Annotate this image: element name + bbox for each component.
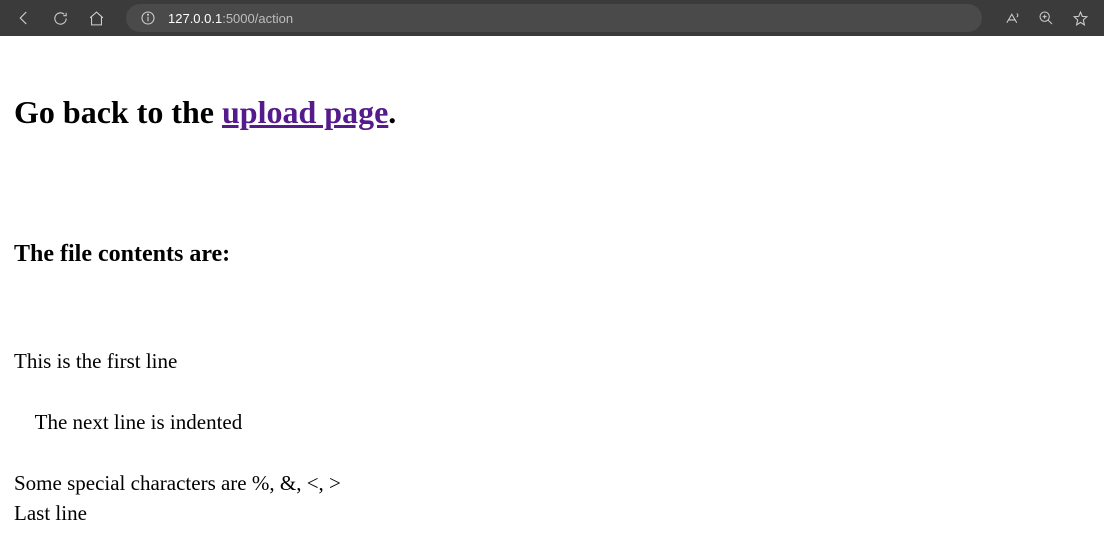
- toolbar-right-icons: [998, 4, 1094, 32]
- refresh-button[interactable]: [46, 4, 74, 32]
- browser-toolbar: 127.0.0.1:5000/action: [0, 0, 1104, 36]
- page-content: Go back to the upload page. The file con…: [0, 36, 1104, 541]
- subheading: The file contents are:: [14, 241, 1090, 268]
- read-aloud-icon[interactable]: [998, 4, 1026, 32]
- back-button[interactable]: [10, 4, 38, 32]
- upload-page-link[interactable]: upload page: [222, 94, 388, 130]
- heading-prefix: Go back to the: [14, 94, 222, 130]
- url-path: :5000/action: [222, 11, 293, 26]
- file-contents: This is the first line The next line is …: [14, 346, 1090, 529]
- url-host: 127.0.0.1: [168, 11, 222, 26]
- home-button[interactable]: [82, 4, 110, 32]
- main-heading: Go back to the upload page.: [14, 94, 1090, 131]
- address-bar[interactable]: 127.0.0.1:5000/action: [126, 4, 982, 32]
- heading-suffix: .: [388, 94, 396, 130]
- url-text: 127.0.0.1:5000/action: [168, 11, 968, 26]
- zoom-icon[interactable]: [1032, 4, 1060, 32]
- favorites-icon[interactable]: [1066, 4, 1094, 32]
- info-icon: [140, 10, 156, 26]
